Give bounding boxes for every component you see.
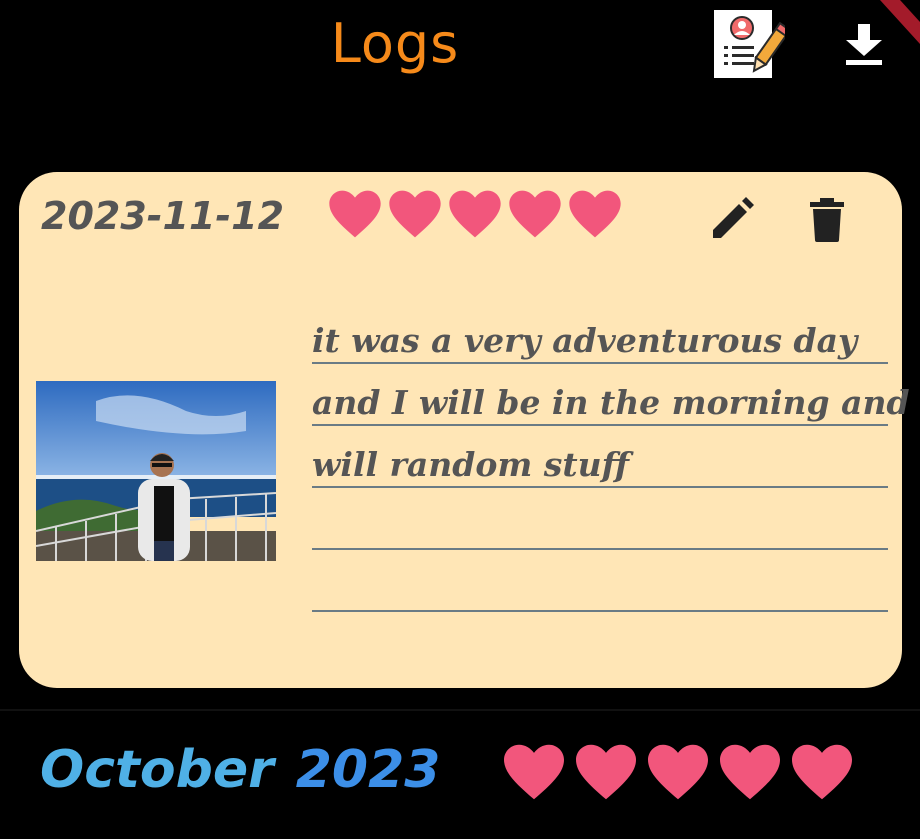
month-rating (500, 742, 856, 802)
log-entry-card[interactable]: 2023-11-12 it was a very adventurous day… (19, 172, 910, 688)
month-year: 2023 (295, 740, 441, 800)
heart-icon (504, 744, 564, 800)
edit-entry-button[interactable] (709, 196, 755, 242)
trash-icon (810, 198, 844, 242)
delete-entry-button[interactable] (809, 196, 845, 242)
text-line-content: will random stuff (312, 445, 629, 484)
heart-icon (648, 744, 708, 800)
text-line (312, 488, 888, 550)
pencil-icon (713, 197, 754, 238)
heart-icon (449, 190, 501, 238)
text-line: will random stuff (312, 426, 888, 488)
entry-photo[interactable] (35, 381, 277, 561)
debug-banner (860, 0, 920, 50)
heart-icon (569, 190, 621, 238)
heart-icon (389, 190, 441, 238)
heart-icon (792, 744, 852, 800)
text-line-content: and I will be in the morning and (312, 383, 910, 422)
heart-icon (329, 190, 381, 238)
month-summary-label[interactable]: October 2023 (40, 740, 440, 800)
text-line-content: it was a very adventurous day (312, 321, 858, 360)
page-title: Logs (330, 12, 460, 75)
profile-edit-icon (714, 10, 792, 78)
heart-icon (720, 744, 780, 800)
entry-date: 2023-11-12 (41, 194, 285, 238)
entry-text-area[interactable]: it was a very adventurous day and I will… (312, 302, 910, 612)
divider (0, 709, 920, 711)
profile-edit-button[interactable] (712, 8, 792, 80)
text-line (312, 550, 888, 612)
text-line: and I will be in the morning and (312, 364, 910, 426)
photo-image (35, 381, 277, 561)
heart-icon (509, 190, 561, 238)
text-line: it was a very adventurous day (312, 302, 888, 364)
entry-rating (327, 188, 623, 240)
month-name: October (40, 740, 274, 800)
heart-icon (576, 744, 636, 800)
